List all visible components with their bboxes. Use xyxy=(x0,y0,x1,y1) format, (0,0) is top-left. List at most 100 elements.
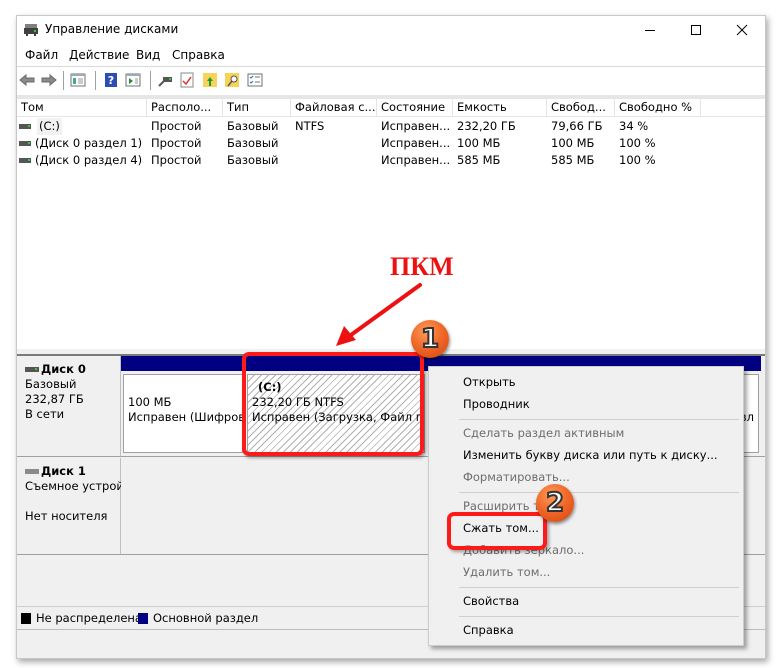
menu-item-properties[interactable]: Свойства xyxy=(463,594,519,608)
checkmark-doc-icon[interactable] xyxy=(179,72,195,88)
cell-type: Базовый xyxy=(227,136,279,150)
cell-layout: Простой xyxy=(151,119,202,133)
partition-bar xyxy=(121,356,245,371)
menu-item-delete-volume: Удалить том... xyxy=(463,565,551,579)
minimize-icon xyxy=(645,30,655,31)
menu-separator xyxy=(459,616,739,617)
toolbar-separator xyxy=(63,71,64,90)
cell-volume: (Диск 0 раздел 4) xyxy=(35,153,143,167)
menu-item-explorer[interactable]: Проводник xyxy=(463,397,530,411)
table-row[interactable]: (C:) Простой Базовый NTFS Исправен... 23… xyxy=(17,118,765,135)
column-header-type[interactable]: Тип xyxy=(223,99,291,116)
cell-status: Исправен... xyxy=(381,153,451,167)
volume-list-header: Том Располо... Тип Файловая с... Состоян… xyxy=(17,99,765,117)
menu-view[interactable]: Вид xyxy=(136,48,160,62)
step-2-badge: 2 xyxy=(536,484,574,522)
forward-icon[interactable] xyxy=(41,72,57,88)
cell-free-percent: 100 % xyxy=(619,153,656,167)
legend-swatch-primary xyxy=(138,613,148,624)
menu-item-mark-active: Сделать раздел активным xyxy=(463,426,625,440)
cell-status: Исправен... xyxy=(381,119,451,133)
cell-filesystem: NTFS xyxy=(295,119,325,133)
disk-1-label[interactable]: Диск 1 Съемное устрой Нет носителя xyxy=(17,458,124,555)
disk-0-type: Базовый xyxy=(25,377,77,391)
close-icon xyxy=(736,24,748,36)
cell-free: 79,66 ГБ xyxy=(551,119,603,133)
connect-disk-icon[interactable] xyxy=(157,72,173,88)
cell-type: Базовый xyxy=(227,153,279,167)
cell-free-percent: 34 % xyxy=(619,119,649,133)
properties-list-icon[interactable] xyxy=(247,72,263,88)
table-row[interactable]: (Диск 0 раздел 1) Простой Базовый Исправ… xyxy=(17,135,765,152)
maximize-button[interactable] xyxy=(673,16,719,44)
disk-0-label[interactable]: Диск 0 Базовый 232,87 ГБ В сети xyxy=(17,356,122,457)
disk-icon xyxy=(25,367,39,372)
disk-management-icon xyxy=(24,24,38,36)
column-header-free[interactable]: Свобод... xyxy=(547,99,615,116)
legend-swatch-unallocated xyxy=(21,613,31,624)
menu-bar: Файл Действие Вид Справка xyxy=(17,44,765,66)
legend-unallocated: Не распределена xyxy=(36,611,142,625)
menu-item-open[interactable]: Открыть xyxy=(463,375,516,389)
cell-layout: Простой xyxy=(151,153,202,167)
menu-item-format: Форматировать... xyxy=(463,470,570,484)
toolbar-separator xyxy=(95,71,96,90)
partition-body: 100 МБ Исправен (Шифрова xyxy=(123,374,243,453)
column-header-capacity[interactable]: Емкость xyxy=(453,99,547,116)
cell-type: Базовый xyxy=(227,119,279,133)
disk-icon xyxy=(25,469,39,474)
menu-separator xyxy=(459,419,739,420)
maximize-icon xyxy=(691,25,701,35)
cell-status: Исправен... xyxy=(381,136,451,150)
close-button[interactable] xyxy=(719,16,765,44)
minimize-button[interactable] xyxy=(627,16,673,44)
show-hide-console-tree-icon[interactable] xyxy=(70,72,86,88)
toolbar-separator xyxy=(150,71,151,90)
back-icon[interactable] xyxy=(19,72,35,88)
disk-0-state: В сети xyxy=(25,407,65,421)
column-header-filesystem[interactable]: Файловая с... xyxy=(291,99,377,116)
menu-file[interactable]: Файл xyxy=(25,48,58,62)
annotation-highlight-c-partition xyxy=(242,352,424,456)
column-header-volume[interactable]: Том xyxy=(17,99,147,116)
title-bar: Управление дисками xyxy=(17,16,765,44)
menu-item-help[interactable]: Справка xyxy=(463,623,514,637)
column-header-status[interactable]: Состояние xyxy=(377,99,453,116)
column-header-layout[interactable]: Располо... xyxy=(147,99,223,116)
cell-capacity: 585 МБ xyxy=(457,153,501,167)
right-click-annotation-label: ПКМ xyxy=(390,252,454,281)
cell-free-percent: 100 % xyxy=(619,136,656,150)
cell-capacity: 232,20 ГБ xyxy=(457,119,516,133)
disk-1-type: Съемное устрой xyxy=(25,479,124,493)
help-icon[interactable]: ? xyxy=(103,72,119,88)
export-folder-icon[interactable] xyxy=(202,72,218,88)
step-1-badge: 1 xyxy=(411,320,449,358)
disk-0-size: 232,87 ГБ xyxy=(25,392,84,406)
table-row[interactable]: (Диск 0 раздел 4) Простой Базовый Исправ… xyxy=(17,152,765,169)
menu-separator xyxy=(459,587,739,588)
menu-item-change-drive-letter[interactable]: Изменить букву диска или путь к диску... xyxy=(463,448,718,462)
column-header-free-percent[interactable]: Свободно % xyxy=(615,99,701,116)
context-menu: Открыть Проводник Сделать раздел активны… xyxy=(428,366,744,646)
cell-volume: (Диск 0 раздел 1) xyxy=(35,136,143,150)
menu-help[interactable]: Справка xyxy=(172,48,225,62)
show-hide-action-pane-icon[interactable] xyxy=(125,72,141,88)
volume-icon xyxy=(19,141,31,146)
partition-size: 100 МБ xyxy=(128,395,172,409)
disk-1-name: Диск 1 xyxy=(41,464,86,478)
window-title: Управление дисками xyxy=(45,22,179,36)
menu-separator xyxy=(459,492,739,493)
disk-0-name: Диск 0 xyxy=(41,362,86,376)
toolbar: ? xyxy=(17,66,765,95)
legend-primary: Основной раздел xyxy=(153,611,259,625)
cell-capacity: 100 МБ xyxy=(457,136,501,150)
search-folder-icon[interactable] xyxy=(224,72,240,88)
svg-text:?: ? xyxy=(108,74,114,87)
cell-free: 585 МБ xyxy=(551,153,595,167)
partition-status: Исправен (Шифрова xyxy=(128,410,243,424)
partition-1[interactable]: 100 МБ Исправен (Шифрова xyxy=(121,356,245,456)
cell-volume: (C:) xyxy=(37,118,62,135)
disk-1-state: Нет носителя xyxy=(25,509,108,523)
volume-icon xyxy=(19,124,31,129)
menu-action[interactable]: Действие xyxy=(69,48,129,62)
